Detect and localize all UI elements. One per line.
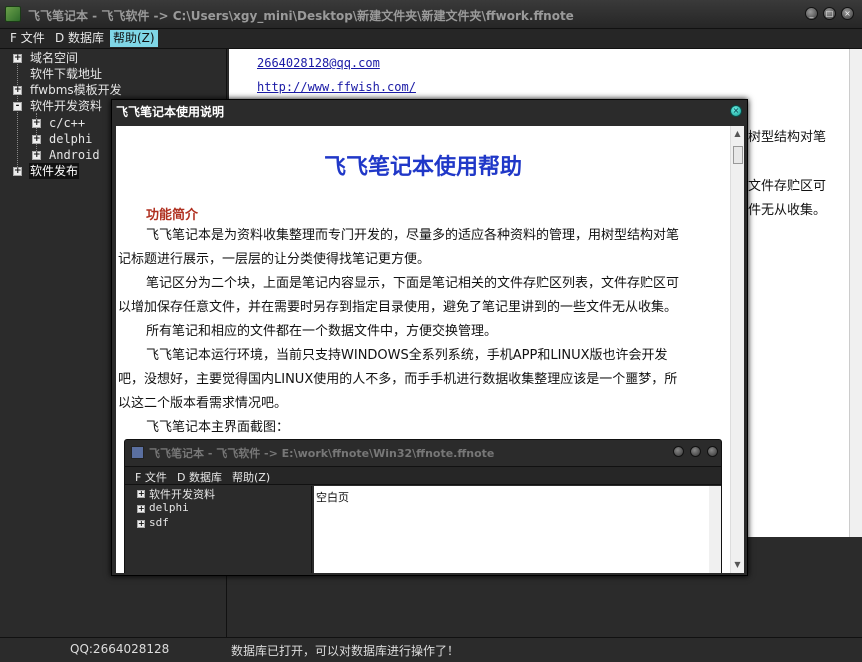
app-icon bbox=[5, 6, 21, 22]
expand-icon[interactable]: + bbox=[13, 54, 22, 63]
scroll-thumb[interactable] bbox=[733, 146, 743, 164]
tree-node-devdocs[interactable]: 软件开发资料 bbox=[30, 98, 102, 114]
menu-bar: F 文件 D 数据库 帮助(Z) bbox=[0, 29, 862, 49]
doc-line: 飞飞笔记本运行环境，当前只支持WINDOWS全系列系统，手机APP和LINUX版… bbox=[146, 348, 668, 363]
expand-icon[interactable]: + bbox=[32, 119, 41, 128]
tree-line bbox=[17, 61, 18, 173]
help-dialog: 飞飞笔记本使用说明 × 飞飞笔记本使用帮助 功能简介 飞飞笔记本是为资料收集整理… bbox=[111, 99, 748, 576]
doc-line: 记标题进行展示，一层层的让分类使得找笔记更方便。 bbox=[118, 252, 431, 267]
tree-node-delphi[interactable]: delphi bbox=[49, 131, 92, 147]
doc-paragraph: 飞飞笔记本运行环境，当前只支持WINDOWS全系列系统，手机APP和LINUX版… bbox=[116, 344, 726, 416]
doc-paragraph: 飞飞笔记本主界面截图： bbox=[116, 416, 726, 440]
screenshot-tree-node: 软件开发资料 bbox=[149, 488, 215, 501]
doc-line: 笔记区分为二个块，上面是笔记内容显示，下面是笔记相关的文件存贮区列表，文件存贮区… bbox=[146, 276, 680, 291]
status-bar: QQ:2664028128 数据库已打开，可以对数据库进行操作了！ bbox=[0, 637, 862, 662]
expand-icon[interactable]: + bbox=[32, 135, 41, 144]
doc-line: 飞飞笔记本主界面截图： bbox=[146, 420, 290, 435]
close-button[interactable]: × bbox=[841, 7, 854, 20]
help-document[interactable]: 飞飞笔记本使用帮助 功能简介 飞飞笔记本是为资料收集整理而专门开发的，尽量多的适… bbox=[116, 126, 730, 573]
expand-icon[interactable]: + bbox=[13, 167, 22, 176]
app-icon bbox=[131, 446, 144, 459]
close-icon bbox=[707, 446, 718, 457]
maximize-icon bbox=[690, 446, 701, 457]
doc-paragraph: 所有笔记和相应的文件都在一个数据文件中，方便交换管理。 bbox=[116, 320, 726, 344]
close-icon[interactable]: × bbox=[730, 105, 742, 117]
tree-node-android[interactable]: Android bbox=[49, 147, 100, 163]
doc-heading: 飞飞笔记本使用帮助 bbox=[323, 155, 522, 180]
screenshot-tree: + 软件开发资料 + delphi + sdf bbox=[129, 486, 312, 573]
website-link[interactable]: http://www.ffwish.com/ bbox=[257, 80, 416, 94]
window-title: 飞飞笔记本 - 飞飞软件 -> C:\Users\xgy_mini\Deskto… bbox=[28, 9, 574, 23]
expand-icon[interactable]: + bbox=[32, 151, 41, 160]
menu-database[interactable]: D 数据库 bbox=[52, 30, 107, 47]
title-bar: 飞飞笔记本 - 飞飞软件 -> C:\Users\xgy_mini\Deskto… bbox=[0, 0, 862, 29]
doc-paragraph: 飞飞笔记本是为资料收集整理而专门开发的，尽量多的适应各种资料的管理，用树型结构对… bbox=[116, 224, 726, 272]
doc-line: 飞飞笔记本是为资料收集整理而专门开发的，尽量多的适应各种资料的管理，用树型结构对… bbox=[146, 228, 680, 243]
doc-line: 以这二个版本看需求情况吧。 bbox=[118, 396, 288, 411]
doc-paragraph: 笔记区分为二个块，上面是笔记内容显示，下面是笔记相关的文件存贮区列表，文件存贮区… bbox=[116, 272, 726, 320]
screenshot-content: 空白页 bbox=[314, 486, 709, 573]
screenshot-title: 飞飞笔记本 - 飞飞软件 -> E:\work\ffnote\Win32\ffn… bbox=[149, 447, 495, 460]
scroll-down-icon[interactable]: ▼ bbox=[732, 559, 743, 571]
screenshot-blank-page: 空白页 bbox=[316, 491, 349, 504]
screenshot-tree-node: delphi bbox=[149, 501, 189, 514]
maximize-button[interactable]: □ bbox=[823, 7, 836, 20]
doc-line: 以增加保存任意文件，并在需要时另存到指定目录使用，避免了笔记里讲到的一些文件无从… bbox=[118, 300, 678, 315]
doc-line: 吧，没想好，主要觉得国内LINUX使用的人不多，而手手机进行数据收集整理应该是一… bbox=[118, 372, 678, 387]
screenshot-tree-node: sdf bbox=[149, 516, 169, 529]
status-message: 数据库已打开，可以对数据库进行操作了！ bbox=[231, 644, 460, 658]
screenshot-menu-database: D 数据库 bbox=[177, 471, 222, 484]
expand-icon: + bbox=[137, 519, 145, 528]
tree-node-ffwbms[interactable]: ffwbms模板开发 bbox=[30, 82, 122, 98]
menu-help[interactable]: 帮助(Z) bbox=[110, 30, 158, 47]
expand-icon[interactable]: + bbox=[13, 86, 22, 95]
doc-subtitle: 功能简介 bbox=[146, 208, 199, 223]
screenshot-menu-help: 帮助(Z) bbox=[232, 471, 271, 484]
note-text-fragment: 文件存贮区可 bbox=[748, 179, 827, 194]
dialog-scrollbar[interactable]: ▲ ▼ bbox=[730, 126, 744, 573]
screenshot-scrollbar bbox=[709, 486, 721, 573]
note-text-fragment: 树型结构对笔 bbox=[748, 130, 827, 145]
minimize-button[interactable]: _ bbox=[805, 7, 818, 20]
expand-icon: + bbox=[137, 504, 145, 513]
screenshot-menu: F 文件 D 数据库 帮助(Z) bbox=[125, 466, 721, 485]
note-scrollbar[interactable] bbox=[849, 49, 862, 537]
scroll-up-icon[interactable]: ▲ bbox=[732, 128, 743, 140]
menu-file[interactable]: F 文件 bbox=[7, 30, 48, 47]
status-qq: QQ:2664028128 bbox=[70, 642, 170, 656]
tree-node-cpp[interactable]: c/c++ bbox=[49, 115, 85, 131]
collapse-icon[interactable]: - bbox=[13, 102, 22, 111]
minimize-icon bbox=[673, 446, 684, 457]
tree-node-release[interactable]: 软件发布 bbox=[29, 163, 80, 179]
email-link[interactable]: 2664028128@qq.com bbox=[257, 56, 380, 70]
screenshot-menu-file: F 文件 bbox=[135, 471, 167, 484]
main-ui-screenshot: 飞飞笔记本 - 飞飞软件 -> E:\work\ffnote\Win32\ffn… bbox=[124, 439, 722, 573]
tree-node-domain[interactable]: 域名空间 bbox=[30, 50, 78, 66]
expand-icon: + bbox=[137, 489, 145, 498]
tree-node-download[interactable]: 软件下载地址 bbox=[30, 66, 102, 82]
dialog-title[interactable]: 飞飞笔记本使用说明 bbox=[112, 100, 747, 124]
doc-line: 所有笔记和相应的文件都在一个数据文件中，方便交换管理。 bbox=[146, 324, 498, 339]
note-text-fragment: 件无从收集。 bbox=[748, 203, 827, 218]
